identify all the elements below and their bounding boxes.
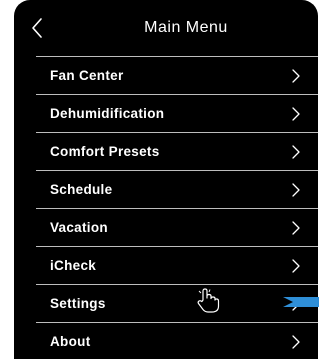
chevron-right-icon	[292, 183, 300, 197]
menu-item-fan-center[interactable]: Fan Center	[36, 57, 318, 94]
menu-item-label: About	[50, 334, 91, 349]
menu-item-label: Vacation	[50, 220, 108, 235]
menu-item-vacation[interactable]: Vacation	[36, 209, 318, 246]
menu-item-about[interactable]: About	[36, 323, 318, 359]
menu-item-label: Schedule	[50, 182, 113, 197]
menu-item-icheck[interactable]: iCheck	[36, 247, 318, 284]
menu-item-label: Fan Center	[50, 68, 124, 83]
chevron-right-icon	[292, 335, 300, 349]
thermostat-screen: Main Menu Fan Center Dehumidification Co…	[14, 0, 318, 359]
menu-item-label: Dehumidification	[50, 106, 165, 121]
menu-item-label: iCheck	[50, 258, 97, 273]
hand-pointer-icon	[196, 288, 220, 314]
page-title: Main Menu	[144, 19, 228, 36]
chevron-right-icon	[292, 107, 300, 121]
menu-item-comfort-presets[interactable]: Comfort Presets	[36, 133, 318, 170]
chevron-right-icon	[292, 221, 300, 235]
chevron-right-icon	[292, 145, 300, 159]
chevron-right-icon	[292, 259, 300, 273]
chevron-left-icon	[32, 18, 42, 38]
back-button[interactable]	[26, 14, 50, 42]
header: Main Menu	[14, 0, 318, 56]
arrow-pointer-icon	[283, 295, 319, 307]
menu-item-dehumidification[interactable]: Dehumidification	[36, 95, 318, 132]
menu-item-settings[interactable]: Settings	[36, 285, 318, 322]
menu-item-label: Settings	[50, 296, 106, 311]
menu-item-label: Comfort Presets	[50, 144, 160, 159]
menu-item-schedule[interactable]: Schedule	[36, 171, 318, 208]
chevron-right-icon	[292, 69, 300, 83]
